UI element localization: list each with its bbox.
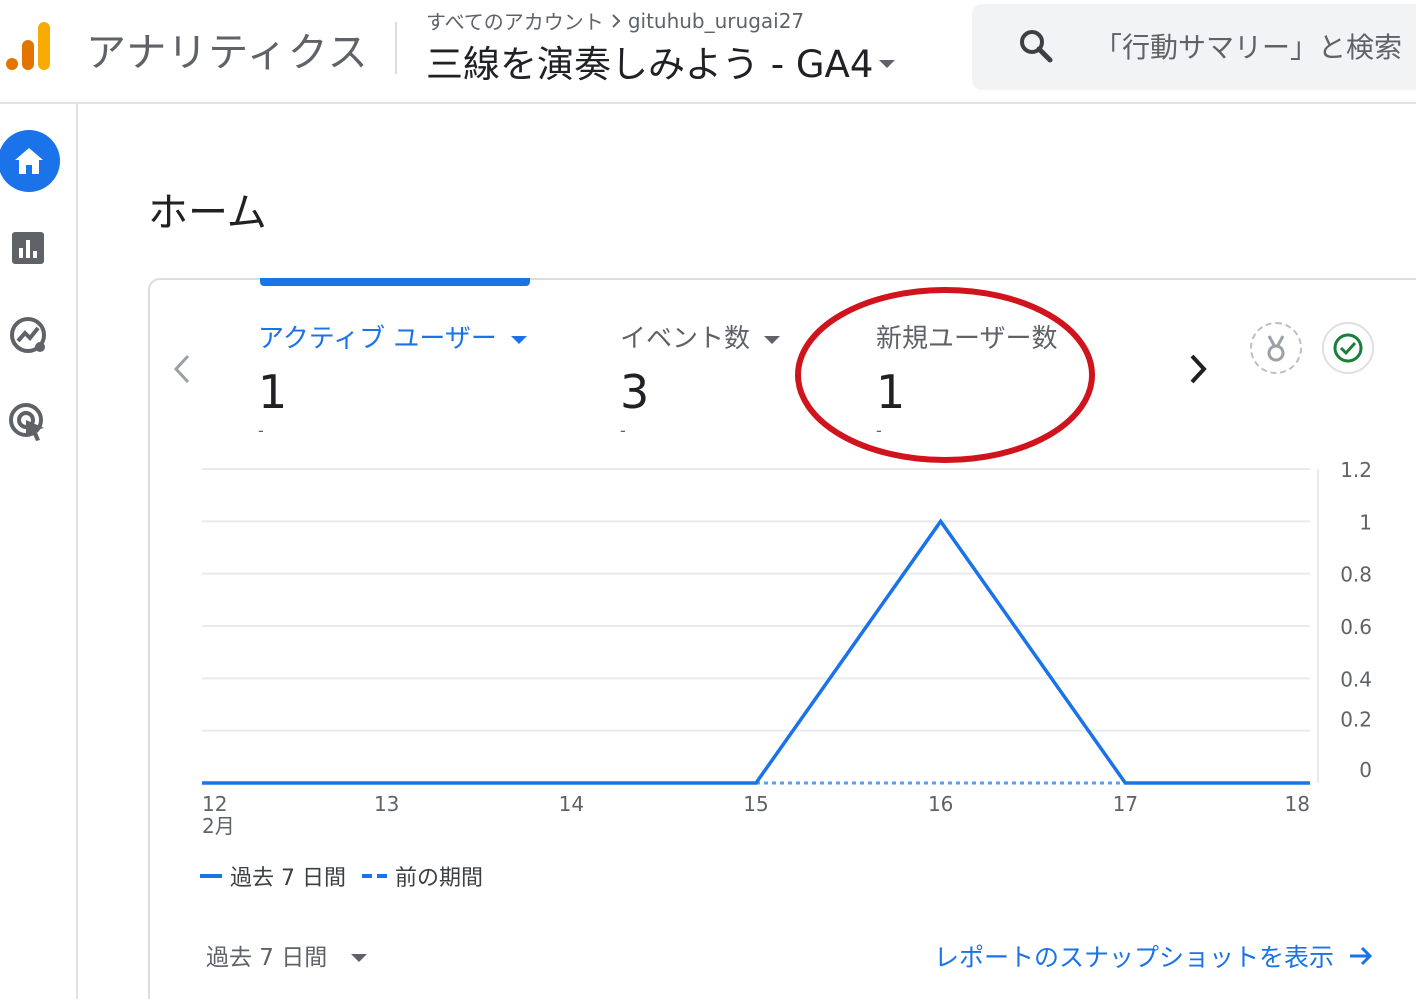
y-tick-label: 1.2	[1340, 458, 1372, 482]
report-link-label: レポートのスナップショットを表示	[934, 943, 1335, 972]
line-chart: 1.2 1 0.8 0.6 0.4 0.2 0 12 13 14 15 16 17 18 2月	[202, 458, 1372, 838]
x-tick-label: 17	[1113, 792, 1138, 816]
chart-legend: 過去 7 日間 前の期間	[200, 860, 483, 892]
reports-icon[interactable]	[6, 226, 50, 270]
breadcrumb[interactable]: すべてのアカウント gituhub_urugai27	[426, 6, 804, 35]
chevron-right-icon	[612, 13, 621, 28]
legend-solid-swatch	[200, 874, 222, 878]
check-circle-icon	[1333, 333, 1363, 363]
metric-change: -	[620, 421, 626, 440]
page-title: ホーム	[148, 190, 267, 236]
top-bar: アナリティクス すべてのアカウント gituhub_urugai27 三線を演奏…	[0, 0, 1416, 104]
y-tick-label: 0	[1359, 758, 1372, 782]
metric-label: アクティブ ユーザー	[258, 318, 527, 355]
date-range-label: 過去 7 日間	[206, 945, 328, 971]
status-check[interactable]	[1322, 322, 1374, 374]
legend-previous: 前の期間	[394, 866, 483, 891]
app-name: アナリティクス	[86, 30, 369, 76]
advertising-icon[interactable]	[6, 400, 50, 444]
metric-label-text: アクティブ ユーザー	[258, 324, 497, 354]
x-tick-label: 15	[743, 792, 768, 816]
selected-tab-indicator	[260, 278, 530, 286]
y-tick-label: 0.6	[1340, 615, 1372, 639]
y-tick-label: 0.8	[1340, 563, 1372, 587]
medal-icon	[1267, 335, 1285, 362]
chevron-left-icon[interactable]	[168, 352, 196, 386]
view-report-snapshot-link[interactable]: レポートのスナップショットを表示	[934, 938, 1374, 974]
metric-change: -	[258, 421, 264, 440]
metric-value: 1	[258, 365, 288, 419]
search-icon[interactable]	[1016, 26, 1056, 66]
metric-label-text: イベント数	[620, 324, 751, 354]
arrow-right-icon	[1350, 946, 1373, 966]
analytics-logo-icon[interactable]	[4, 18, 54, 74]
chevron-right-icon[interactable]	[1182, 350, 1214, 388]
legend-dashed-swatch	[361, 874, 387, 878]
metric-active-users[interactable]: アクティブ ユーザー 1 -	[258, 318, 527, 440]
x-tick-label: 16	[928, 792, 953, 816]
red-highlight-circle	[795, 287, 1095, 463]
date-range-selector[interactable]: 過去 7 日間	[206, 938, 368, 972]
breadcrumb-account[interactable]: gituhub_urugai27	[628, 9, 804, 33]
insights-badge[interactable]	[1250, 322, 1302, 374]
x-tick-label: 12	[202, 792, 227, 816]
home-icon	[15, 148, 43, 174]
caret-down-icon	[351, 954, 368, 962]
caret-down-icon[interactable]	[510, 335, 527, 344]
header-divider	[395, 22, 397, 74]
metric-event-count[interactable]: イベント数 3 -	[620, 318, 781, 440]
caret-down-icon[interactable]	[764, 335, 781, 344]
x-tick-label: 18	[1285, 792, 1310, 816]
x-month-label: 2月	[202, 814, 235, 838]
metric-value: 3	[620, 365, 650, 419]
breadcrumb-root[interactable]: すべてのアカウント	[426, 6, 604, 35]
search-input[interactable]: 「行動サマリー」と検索	[1094, 26, 1402, 66]
legend-current: 過去 7 日間	[230, 866, 346, 891]
caret-down-icon	[879, 60, 896, 68]
y-tick-label: 0.2	[1340, 708, 1372, 732]
metric-label: イベント数	[620, 318, 781, 355]
x-tick-label: 13	[374, 792, 399, 816]
y-tick-label: 1	[1359, 510, 1372, 534]
explore-icon[interactable]	[6, 313, 50, 357]
y-tick-label: 0.4	[1340, 667, 1372, 691]
x-tick-label: 14	[559, 792, 584, 816]
nav-home-button[interactable]	[0, 130, 60, 192]
property-name: 三線を演奏しみよう - GA4	[426, 43, 874, 86]
property-selector[interactable]: 三線を演奏しみよう - GA4	[426, 34, 896, 88]
series-current-line	[202, 518, 1310, 785]
